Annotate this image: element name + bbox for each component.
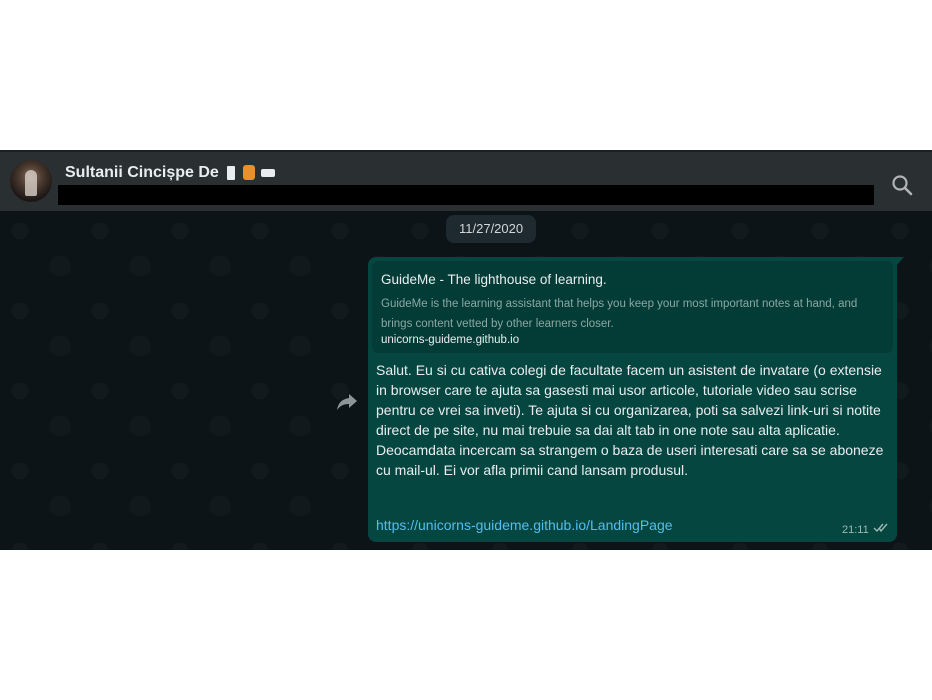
chat-window: Sultanii Cincișpe De 11/27/2020 GuideMe … xyxy=(0,150,932,550)
message-text: Salut. Eu si cu cativa colegi de faculta… xyxy=(376,362,884,478)
redacted-participants-bar xyxy=(58,185,874,205)
message-timestamp: 21:11 xyxy=(842,524,869,536)
link-preview-domain: unicorns-guideme.github.io xyxy=(381,334,520,346)
flag-emoji-icon xyxy=(227,165,236,180)
forward-icon xyxy=(337,394,357,410)
avatar[interactable] xyxy=(10,160,52,202)
camera-emoji-icon xyxy=(261,168,276,177)
chat-title[interactable]: Sultanii Cincișpe De xyxy=(65,164,276,182)
message-bubble[interactable]: GuideMe - The lighthouse of learning. Gu… xyxy=(368,257,897,542)
double-check-icon xyxy=(873,523,888,533)
link-preview-title: GuideMe - The lighthouse of learning. xyxy=(381,272,607,287)
date-separator: 11/27/2020 xyxy=(446,215,537,243)
search-button[interactable] xyxy=(888,171,918,201)
backpack-emoji-icon xyxy=(242,165,255,181)
link-preview-card[interactable]: GuideMe - The lighthouse of learning. Gu… xyxy=(372,261,893,353)
chat-name-label: Sultanii Cincișpe De xyxy=(65,164,219,182)
chat-name-emojis xyxy=(227,164,276,182)
search-icon xyxy=(892,175,913,196)
forward-button[interactable] xyxy=(334,389,360,413)
message-list[interactable]: 11/27/2020 GuideMe - The lighthouse of l… xyxy=(0,211,932,550)
link-preview-description: GuideMe is the learning assistant that h… xyxy=(381,298,858,330)
chat-header: Sultanii Cincișpe De xyxy=(0,150,932,211)
message-link[interactable]: https://unicorns-guideme.github.io/Landi… xyxy=(376,517,673,533)
avatar-figure xyxy=(25,170,37,196)
